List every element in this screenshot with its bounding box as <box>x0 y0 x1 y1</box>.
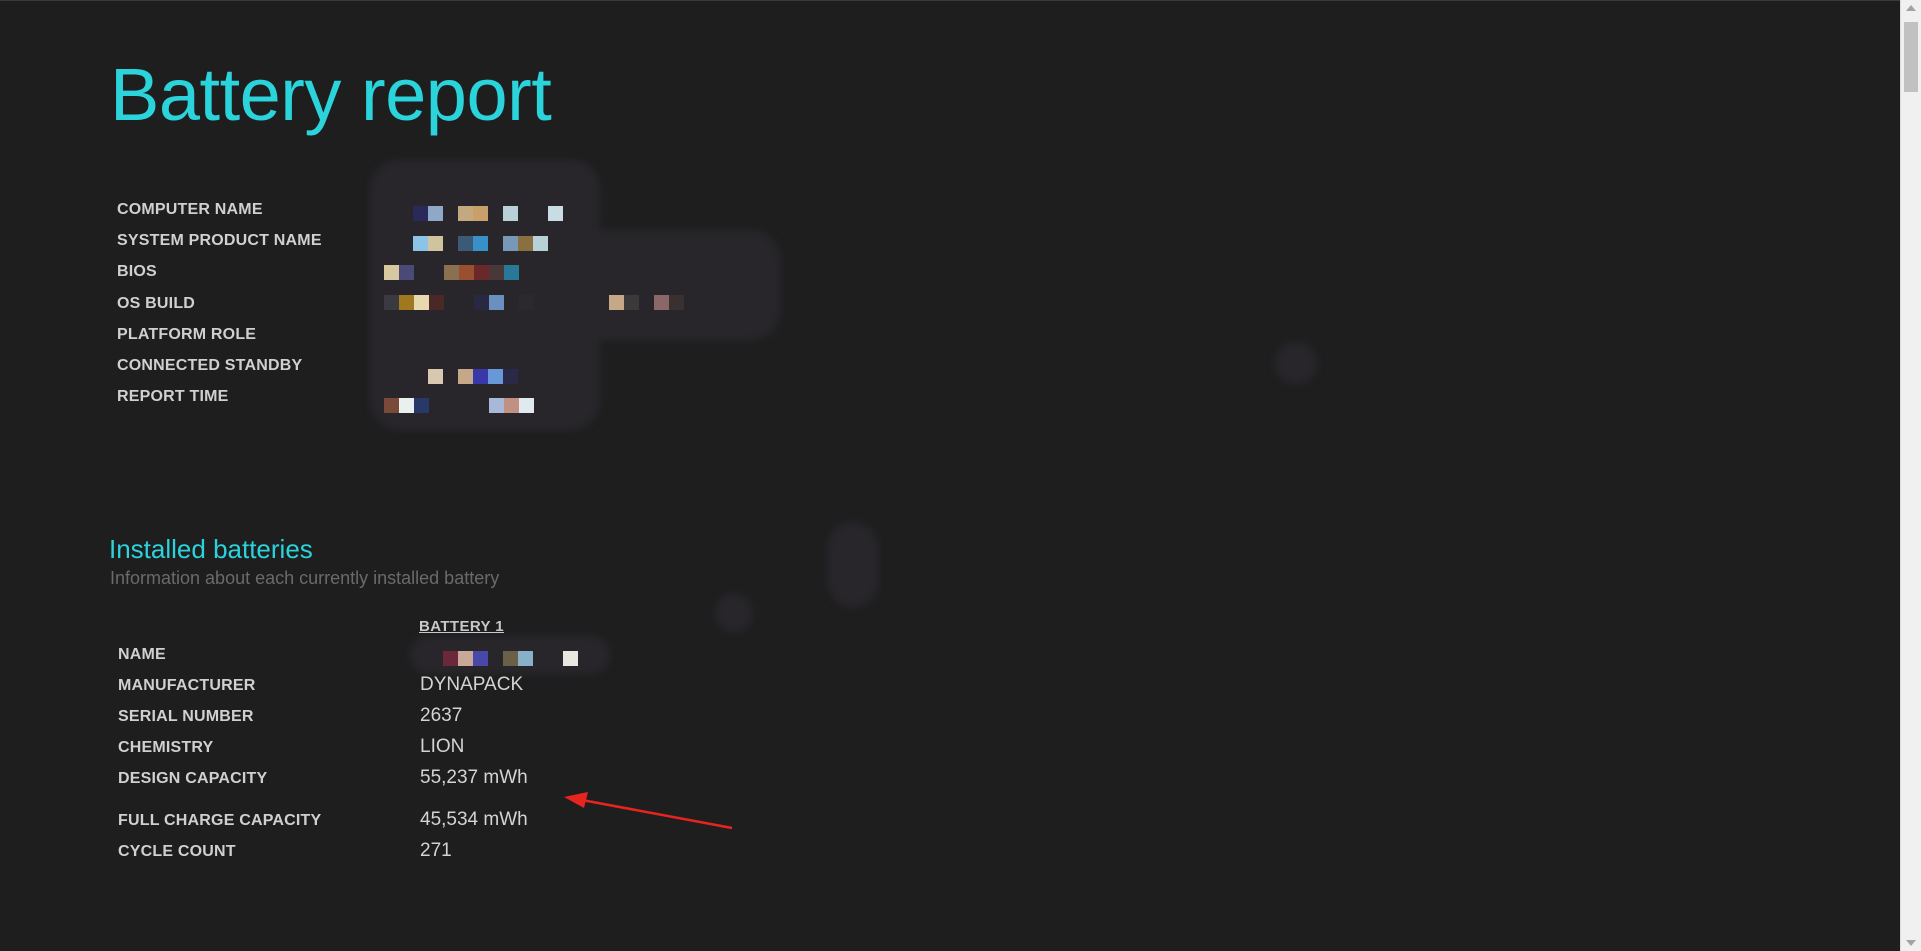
redacted-connected-standby <box>428 369 518 384</box>
red-arrow-icon <box>564 792 733 830</box>
battery-value: 55,237 mWh <box>420 767 528 788</box>
info-row-connected-standby: CONNECTED STANDBY <box>117 350 322 381</box>
info-row-computer-name: COMPUTER NAME <box>117 194 322 225</box>
vertical-scrollbar[interactable] <box>1900 0 1921 951</box>
redacted-battery-name <box>428 651 578 666</box>
page-title: Battery report <box>110 53 552 136</box>
scroll-down-icon[interactable] <box>1906 940 1916 946</box>
battery-row-chemistry: CHEMISTRY LION <box>118 733 818 763</box>
info-label: BIOS <box>117 263 157 281</box>
info-row-report-time: REPORT TIME <box>117 382 322 413</box>
info-label: CONNECTED STANDBY <box>117 357 303 375</box>
battery-value: LION <box>420 736 465 757</box>
battery-value: DYNAPACK <box>420 674 524 695</box>
battery-label: DESIGN CAPACITY <box>118 770 268 787</box>
redaction-smudge <box>828 522 878 607</box>
battery-report-page: Battery report COMPUTER NAME SYSTEM PROD… <box>0 0 1921 951</box>
redacted-report-time <box>384 398 534 413</box>
system-info-table: COMPUTER NAME SYSTEM PRODUCT NAME BIOS O… <box>117 194 322 413</box>
info-row-platform-role: PLATFORM ROLE <box>117 319 322 350</box>
info-label: SYSTEM PRODUCT NAME <box>117 231 322 249</box>
info-label: PLATFORM ROLE <box>117 325 257 343</box>
redaction-smudge <box>560 230 780 340</box>
battery-row-cycle-count: CYCLE COUNT 271 <box>118 837 818 867</box>
battery-value: 271 <box>420 840 452 861</box>
section-subtitle: Information about each currently install… <box>110 568 500 588</box>
battery-label: CYCLE COUNT <box>118 843 236 860</box>
info-label: COMPUTER NAME <box>117 200 263 218</box>
info-label: REPORT TIME <box>117 388 229 406</box>
redacted-os-build <box>384 295 684 310</box>
battery-row-serial-number: SERIAL NUMBER 2637 <box>118 702 818 732</box>
redaction-smudge <box>1275 342 1317 384</box>
info-row-os-build: OS BUILD <box>117 288 322 319</box>
redaction-smudge <box>715 594 753 632</box>
battery-label: FULL CHARGE CAPACITY <box>118 812 322 829</box>
battery-column-header: BATTERY 1 <box>419 618 505 635</box>
battery-value: 45,534 mWh <box>420 809 528 830</box>
info-row-system-product-name: SYSTEM PRODUCT NAME <box>117 225 322 256</box>
battery-value: 2637 <box>420 705 463 726</box>
battery-label: MANUFACTURER <box>118 677 256 694</box>
battery-label: CHEMISTRY <box>118 739 214 756</box>
battery-row-manufacturer: MANUFACTURER DYNAPACK <box>118 671 818 701</box>
scroll-thumb[interactable] <box>1904 22 1918 92</box>
battery-label: SERIAL NUMBER <box>118 708 254 725</box>
section-title-installed-batteries: Installed batteries <box>109 534 313 564</box>
redacted-system-product-name <box>413 236 548 251</box>
battery-label: NAME <box>118 646 166 663</box>
info-row-bios: BIOS <box>117 257 322 288</box>
scroll-up-icon[interactable] <box>1906 5 1916 11</box>
redacted-bios <box>384 265 519 280</box>
info-label: OS BUILD <box>117 294 196 312</box>
redacted-computer-name <box>413 206 563 221</box>
